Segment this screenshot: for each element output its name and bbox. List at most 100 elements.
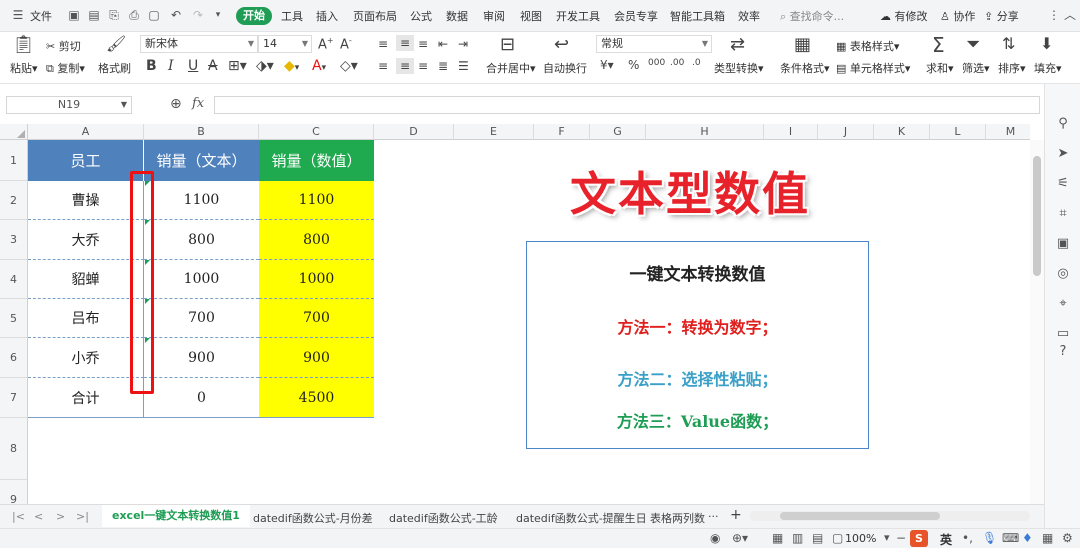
table-cell-name[interactable]: 小乔 [28, 338, 144, 378]
prev-sheet-icon[interactable]: < [34, 510, 43, 523]
share-button[interactable]: ⇪ 分享 [984, 8, 1019, 24]
column-header-k[interactable]: K [874, 124, 930, 140]
collaborate-button[interactable]: ♙ 协作 [940, 8, 975, 24]
ime-language[interactable]: 英 [940, 531, 952, 548]
merge-icon[interactable]: ⊟ [500, 36, 515, 54]
table-cell-number[interactable]: 1100 [259, 181, 374, 220]
currency-icon[interactable]: ¥▾ [600, 59, 614, 71]
microphone-icon[interactable]: 🎙︎ [982, 531, 997, 545]
zoom-formula-icon[interactable]: ⊕ [170, 96, 182, 112]
table-cell-number[interactable]: 800 [259, 220, 374, 260]
image-icon[interactable]: ▣ [1055, 236, 1071, 252]
sheet-tab[interactable]: datedif函数公式-工龄 [389, 510, 498, 526]
distributed-icon[interactable]: ☰ [458, 60, 469, 72]
sheet-tab-active[interactable]: excel一键文本转换数值1 [102, 505, 250, 527]
cut-button[interactable]: ✂ 剪切 [46, 38, 81, 54]
info-text-box[interactable]: 一键文本转换数值 方法一：转换为数字； 方法二：选择性粘贴； 方法三：Value… [526, 241, 869, 449]
sheet-tab[interactable]: 表格两列数 [650, 510, 705, 526]
sort-icon[interactable]: ⇅ [1002, 36, 1015, 52]
table-cell-text[interactable]: 1100 [144, 181, 259, 220]
strikethrough-icon[interactable]: A [208, 59, 218, 73]
fill-button[interactable]: 填充▾ [1034, 60, 1062, 76]
table-cell-number[interactable]: 700 [259, 299, 374, 338]
row-header-1[interactable]: 1 [0, 140, 28, 181]
print-preview-icon[interactable]: ▢ [146, 7, 162, 23]
column-header-f[interactable]: F [534, 124, 590, 140]
save-icon[interactable]: ▣ [66, 7, 82, 23]
tab-insert[interactable]: 插入 [316, 8, 338, 24]
export-icon[interactable]: ⎘ [106, 7, 122, 23]
redo-icon[interactable]: ↷ [190, 7, 206, 23]
more-icon[interactable]: ⋮ [1046, 7, 1062, 23]
column-header-h[interactable]: H [646, 124, 764, 140]
help-icon[interactable]: ? [1055, 344, 1071, 360]
fill-pattern-icon[interactable]: ⬗▾ [256, 59, 274, 73]
percent-icon[interactable]: % [628, 59, 639, 71]
justify-icon[interactable]: ≣ [438, 60, 448, 72]
cell-style-button[interactable]: ▤ 单元格样式▾ [836, 60, 910, 76]
row-header-4[interactable]: 4 [0, 260, 28, 299]
convert-icon[interactable]: ⇄ [730, 36, 745, 54]
sheet-tab[interactable]: datedif函数公式-月份差 [253, 510, 373, 526]
tab-efficiency[interactable]: 效率 [738, 8, 760, 24]
tab-developer[interactable]: 开发工具 [556, 8, 600, 24]
column-header-d[interactable]: D [374, 124, 454, 140]
table-cell-text[interactable]: 900 [144, 338, 259, 378]
zoom-out-icon[interactable]: − [896, 531, 906, 545]
column-header-c[interactable]: C [259, 124, 374, 140]
page-break-icon[interactable]: ▤ [812, 531, 823, 545]
bold-icon[interactable]: B [146, 59, 157, 73]
ime-settings-icon[interactable]: ⚙ [1062, 531, 1073, 545]
last-sheet-icon[interactable]: >| [76, 510, 89, 523]
font-name-select[interactable]: 新宋体 ▼ [140, 35, 258, 53]
hamburger-menu-icon[interactable]: ☰ [10, 7, 26, 23]
align-bottom-icon[interactable]: ≡ [418, 38, 428, 50]
column-header-a[interactable]: A [28, 124, 144, 140]
table-cell-text[interactable]: 700 [144, 299, 259, 338]
tab-home[interactable]: 开始 [236, 7, 272, 25]
table-cell-name[interactable]: 吕布 [28, 299, 144, 338]
column-header-l[interactable]: L [930, 124, 986, 140]
table-cell-number[interactable]: 900 [259, 338, 374, 378]
table-cell-number[interactable]: 1000 [259, 260, 374, 299]
toolbox-icon[interactable]: ▦ [1042, 531, 1053, 545]
column-header-g[interactable]: G [590, 124, 646, 140]
thousands-icon[interactable]: 000 [648, 59, 665, 68]
more-sheets-icon[interactable]: ··· [708, 510, 719, 523]
indent-decrease-icon[interactable]: ⇤ [438, 38, 448, 50]
header-cell-sales-number[interactable]: 销量（数值） [259, 140, 374, 181]
tab-page-layout[interactable]: 页面布局 [353, 8, 397, 24]
tab-data[interactable]: 数据 [446, 8, 468, 24]
align-top-icon[interactable]: ≡ [378, 38, 388, 50]
paste-icon[interactable]: 📋︎ [12, 36, 35, 54]
name-box[interactable]: N19 ▼ [6, 96, 132, 114]
header-cell-sales-text[interactable]: 销量（文本） [144, 140, 259, 181]
add-sheet-icon[interactable]: + [730, 507, 742, 523]
horizontal-scroll-thumb[interactable] [780, 512, 940, 520]
italic-icon[interactable]: I [168, 59, 174, 73]
align-center-icon[interactable]: ≡ [396, 58, 414, 74]
conditional-format-button[interactable]: 条件格式▾ [780, 60, 830, 76]
tab-review[interactable]: 审阅 [483, 8, 505, 24]
increase-decimal-icon[interactable]: .00 [670, 59, 684, 68]
pointer-icon[interactable]: ➤ [1055, 146, 1071, 162]
wrap-text-icon[interactable]: ↩ [554, 36, 569, 54]
table-cell-name[interactable]: 曹操 [28, 181, 144, 220]
location-icon[interactable]: ⌖ [1055, 296, 1071, 312]
column-header-m[interactable]: M [986, 124, 1030, 140]
settings-sliders-icon[interactable]: ⚟ [1055, 176, 1071, 192]
filter-button[interactable]: 筛选▾ [962, 60, 990, 76]
fill-color-icon[interactable]: ◆▾ [284, 59, 299, 73]
zoom-level[interactable]: 100% [845, 532, 876, 545]
file-menu[interactable]: 文件 [30, 8, 52, 24]
crop-icon[interactable]: ⌗ [1055, 206, 1071, 222]
filter-icon[interactable]: ⏷ [966, 36, 980, 54]
format-painter-button[interactable]: 格式刷 [98, 60, 131, 76]
skin-icon[interactable]: ♦ [1022, 531, 1033, 545]
first-sheet-icon[interactable]: |< [12, 510, 25, 523]
align-middle-icon[interactable]: ≡ [396, 35, 414, 51]
font-size-select[interactable]: 14 ▼ [258, 35, 312, 53]
table-cell-text[interactable]: 1000 [144, 260, 259, 299]
formula-input[interactable] [214, 96, 1040, 114]
table-style-button[interactable]: ▦ 表格样式▾ [836, 38, 899, 54]
